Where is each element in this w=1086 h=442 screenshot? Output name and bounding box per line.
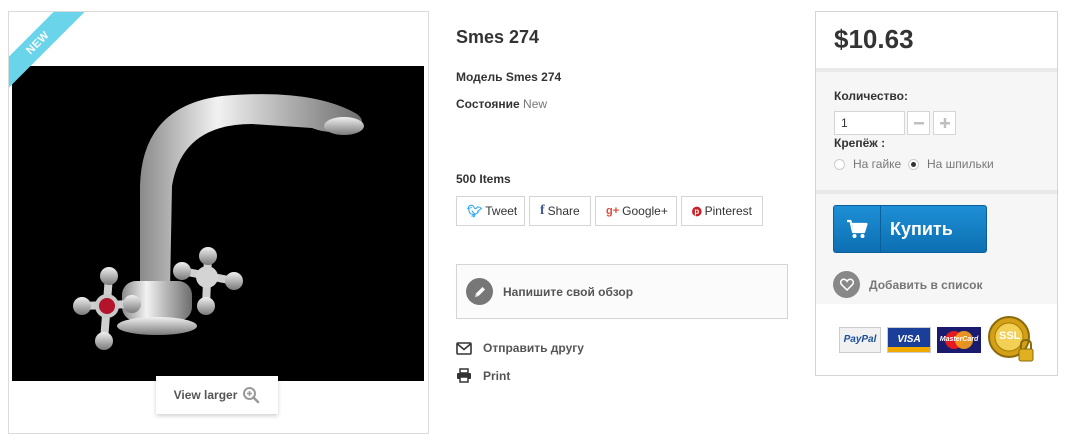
plus-icon xyxy=(939,118,950,128)
quantity-increase-button[interactable] xyxy=(933,111,956,135)
paypal-logo-text: PayPal xyxy=(843,334,877,345)
ssl-text: SSL xyxy=(999,329,1021,342)
facebook-icon: f xyxy=(540,203,545,218)
minus-icon xyxy=(913,122,924,125)
model-value: Smes 274 xyxy=(505,70,562,84)
print-label: Print xyxy=(483,368,511,383)
pencil-icon xyxy=(466,278,493,305)
pinterest-icon: p xyxy=(692,206,702,216)
tweet-button[interactable]: 🐦︎ Tweet xyxy=(456,196,525,226)
condition-value: New xyxy=(523,97,548,111)
google-plus-button[interactable]: g+ Google+ xyxy=(595,196,677,226)
cart-icon xyxy=(834,206,881,252)
condition-label: Состояние xyxy=(456,97,520,111)
buy-label: Купить xyxy=(890,218,953,239)
visa-logo-text: VISA xyxy=(897,334,921,345)
write-review-button[interactable]: Напишите свой обзор xyxy=(456,264,788,319)
new-badge-label: NEW xyxy=(9,12,92,97)
new-ribbon: NEW xyxy=(9,12,97,100)
mastercard-logo: MasterCard xyxy=(937,326,981,353)
payment-methods: PayPal VISA MasterCard SSL xyxy=(816,304,1057,375)
visa-logo: VISA xyxy=(887,326,931,353)
google-label: Google+ xyxy=(622,204,668,218)
faucet-image xyxy=(73,94,364,350)
facebook-share-button[interactable]: f Share xyxy=(529,196,591,226)
price-area: $10.63 xyxy=(816,12,1057,72)
pinterest-button[interactable]: p Pinterest xyxy=(681,196,763,226)
wishlist-label: Добавить в список xyxy=(869,277,983,292)
ssl-lock-icon: SSL xyxy=(987,315,1037,365)
google-plus-icon: g+ xyxy=(606,205,620,217)
product-photo[interactable] xyxy=(12,66,424,381)
option-nut-label: На гайке xyxy=(853,157,902,171)
twitter-icon: 🐦︎ xyxy=(467,204,483,218)
social-share-bar: 🐦︎ Tweet f Share g+ Google+ p Pinterest xyxy=(456,196,763,226)
svg-text:p: p xyxy=(694,207,699,216)
quantity-input[interactable]: 1 xyxy=(834,111,905,135)
stock-quantity: 500 Items xyxy=(456,172,511,186)
print-link[interactable]: Print xyxy=(456,368,510,383)
quantity-label: Количество: xyxy=(834,89,908,103)
mastercard-logo-text: MasterCard xyxy=(939,336,979,343)
share-label: Share xyxy=(547,204,580,218)
divider xyxy=(816,190,1057,194)
tweet-label: Tweet xyxy=(485,204,518,218)
pinterest-label: Pinterest xyxy=(704,204,752,218)
send-to-friend-label: Отправить другу xyxy=(483,341,584,355)
product-condition: Состояние New xyxy=(456,97,547,111)
option-stud[interactable]: На шпильки xyxy=(908,157,994,171)
heart-icon xyxy=(833,271,860,298)
option-stud-label: На шпильки xyxy=(927,157,994,171)
product-model: Модель Smes 274 xyxy=(456,70,561,84)
fastening-label: Крепёж : xyxy=(834,136,886,150)
buy-box: $10.63 Количество: 1 Крепёж : На гайке Н… xyxy=(815,11,1058,376)
product-title: Smes 274 xyxy=(456,27,540,47)
printer-icon xyxy=(457,368,471,383)
product-price: $10.63 xyxy=(834,24,914,54)
view-larger-button[interactable]: View larger xyxy=(156,376,278,414)
option-nut[interactable]: На гайке xyxy=(834,157,901,171)
product-image-panel: NEW View larger xyxy=(8,11,429,434)
write-review-label: Напишите свой обзор xyxy=(503,284,634,299)
view-larger-label: View larger xyxy=(173,388,238,402)
send-to-friend-link[interactable]: Отправить другу xyxy=(456,341,584,355)
model-label: Модель xyxy=(456,70,503,84)
envelope-icon xyxy=(456,341,472,355)
radio-nut[interactable] xyxy=(834,158,845,170)
zoom-in-icon xyxy=(243,387,260,404)
paypal-logo: PayPal xyxy=(839,326,881,353)
quantity-decrease-button[interactable] xyxy=(907,111,930,135)
add-to-cart-button[interactable]: Купить xyxy=(833,205,987,253)
radio-stud[interactable] xyxy=(908,158,919,170)
add-to-wishlist-button[interactable]: Добавить в список xyxy=(833,271,982,298)
